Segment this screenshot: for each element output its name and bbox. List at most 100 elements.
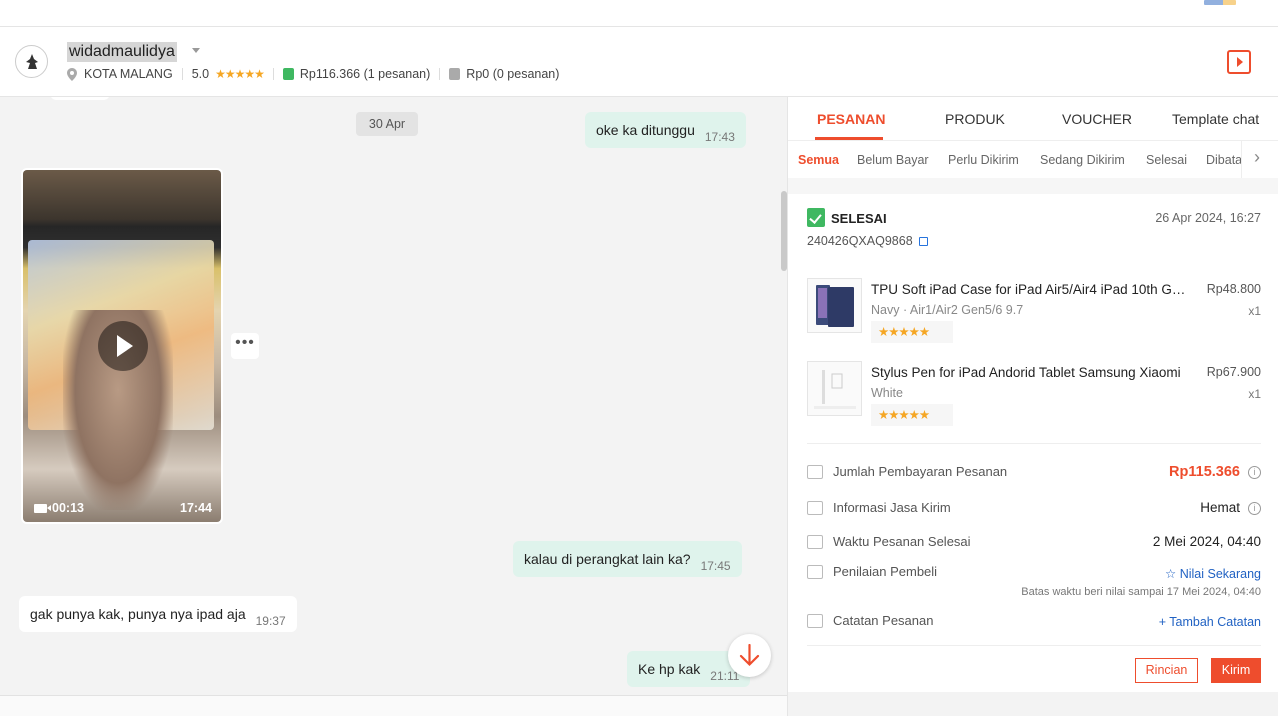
order-id-text: 240426QXAQ9868 <box>807 234 913 248</box>
tab-template-chat[interactable]: Template chat <box>1172 111 1259 127</box>
chat-header: widadmaulidya KOTA MALANG 5.0 ★★★★★ Rp11… <box>0 28 1278 97</box>
review-label: Penilaian Pembeli <box>833 564 938 579</box>
product-price: Rp67.900 <box>1206 365 1261 379</box>
completed-value: 2 Mei 2024, 04:40 <box>1152 534 1261 549</box>
play-icon[interactable] <box>98 321 148 371</box>
divider <box>181 68 183 80</box>
video-camera-icon <box>34 503 51 513</box>
filter-perlu-dikirim[interactable]: Perlu Dikirim <box>948 153 1019 167</box>
star-outline-icon: ☆ <box>1165 567 1180 581</box>
payment-label: Jumlah Pembayaran Pesanan <box>833 464 1008 479</box>
rate-now-text: Nilai Sekarang <box>1179 567 1261 581</box>
star-box-icon <box>807 565 823 579</box>
message-input-area[interactable] <box>0 695 787 716</box>
product-variant: White <box>871 386 903 400</box>
order-status-filters: Semua Belum Bayar Perlu Dikirim Sedang D… <box>788 141 1278 178</box>
payment-value: Rp115.366 i <box>1169 464 1261 480</box>
product-quantity: x1 <box>1248 387 1261 401</box>
cancelled-spend: Rp0 (0 pesanan) <box>466 67 560 81</box>
truck-icon <box>807 501 823 515</box>
product-rating-stars: ★★★★★ <box>871 404 953 426</box>
filter-belum-bayar[interactable]: Belum Bayar <box>857 153 929 167</box>
product-name[interactable]: TPU Soft iPad Case for iPad Air5/Air4 iP… <box>871 282 1189 297</box>
shipping-method: Hemat <box>1200 500 1240 515</box>
chevron-down-icon[interactable] <box>192 48 200 53</box>
shipping-label: Informasi Jasa Kirim <box>833 500 951 515</box>
message-incoming[interactable]: gak punya kak, punya nya ipad aja 19:37 <box>19 596 297 632</box>
filter-semua[interactable]: Semua <box>798 153 839 167</box>
copy-icon[interactable] <box>918 236 928 246</box>
order-date: 26 Apr 2024, 16:27 <box>1155 211 1261 225</box>
info-icon[interactable]: i <box>1248 466 1261 479</box>
previous-message-edge <box>50 97 110 100</box>
filter-sedang-dikirim[interactable]: Sedang Dikirim <box>1040 153 1125 167</box>
completed-label: Waktu Pesanan Selesai <box>833 534 971 549</box>
info-icon[interactable]: i <box>1248 502 1261 515</box>
filter-dibatalkan[interactable]: Dibata <box>1206 153 1242 167</box>
completed-spend: Rp116.366 (1 pesanan) <box>299 67 431 81</box>
payment-amount: Rp115.366 <box>1169 464 1240 480</box>
buyer-meta: KOTA MALANG 5.0 ★★★★★ Rp116.366 (1 pesan… <box>67 67 559 81</box>
message-time: 17:45 <box>700 559 731 573</box>
filter-selesai[interactable]: Selesai <box>1146 153 1187 167</box>
product-thumbnail[interactable] <box>807 278 862 333</box>
date-separator: 30 Apr <box>356 112 418 136</box>
scroll-down-button[interactable] <box>728 634 771 677</box>
details-button[interactable]: Rincian <box>1135 658 1198 683</box>
username[interactable]: widadmaulidya <box>67 42 177 62</box>
arrow-down-icon <box>739 644 760 667</box>
message-text: kalau di perangkat lain ka? <box>524 551 691 567</box>
message-time: 19:37 <box>255 614 286 628</box>
message-text: oke ka ditunggu <box>596 122 695 138</box>
send-button[interactable]: Kirim <box>1211 658 1261 683</box>
video-duration: 00:13 <box>34 501 84 515</box>
tab-produk[interactable]: PRODUK <box>945 111 1005 127</box>
message-text: gak punya kak, punya nya ipad aja <box>30 606 246 622</box>
rate-now-link[interactable]: ☆ Nilai Sekarang <box>1165 566 1261 581</box>
video-thumbnail[interactable]: 00:13 17:44 <box>23 170 221 522</box>
brand-logo <box>1204 0 1236 5</box>
product-price: Rp48.800 <box>1206 282 1261 296</box>
more-options-button[interactable]: ••• <box>231 333 259 359</box>
message-time: 17:43 <box>704 130 735 144</box>
location-pin-icon <box>67 67 77 81</box>
divider <box>439 68 441 80</box>
status-check-icon <box>807 208 825 227</box>
divider <box>272 68 274 80</box>
review-deadline: Batas waktu beri nilai sampai 17 Mei 202… <box>1021 586 1261 598</box>
buyer-rating: 5.0 <box>191 67 210 81</box>
message-outgoing[interactable]: kalau di perangkat lain ka? 17:45 <box>513 541 742 577</box>
product-name[interactable]: Stylus Pen for iPad Andorid Tablet Samsu… <box>871 365 1189 380</box>
avatar-figure-icon <box>26 54 38 69</box>
product-thumbnail[interactable] <box>807 361 862 416</box>
product-quantity: x1 <box>1248 304 1261 318</box>
product-variant: Navy · Air1/Air2 Gen5/6 9.7 <box>871 303 1024 317</box>
cancelled-bag-icon <box>449 68 461 80</box>
video-message[interactable]: 00:13 17:44 <box>21 168 223 524</box>
stylus-pen-image <box>814 370 856 409</box>
add-note-link[interactable]: + Tambah Catatan <box>1159 615 1261 629</box>
product-rating-stars: ★★★★★ <box>871 321 953 343</box>
order-item[interactable]: Stylus Pen for iPad Andorid Tablet Samsu… <box>807 361 1261 431</box>
top-bar <box>0 0 1278 27</box>
divider <box>807 443 1261 444</box>
plus-icon: + <box>1158 615 1170 629</box>
ipad-case-image <box>816 285 854 327</box>
add-note-text: Tambah Catatan <box>1169 615 1261 629</box>
panel-bottom <box>788 692 1278 716</box>
order-item[interactable]: TPU Soft iPad Case for iPad Air5/Air4 iP… <box>807 278 1261 348</box>
message-outgoing[interactable]: oke ka ditunggu 17:43 <box>585 112 746 148</box>
tab-pesanan[interactable]: PESANAN <box>817 111 885 127</box>
rating-stars: ★★★★★ <box>215 67 265 81</box>
chevron-right-icon[interactable] <box>1241 141 1278 178</box>
shipping-value: Hemat i <box>1200 500 1261 516</box>
tab-voucher[interactable]: VOUCHER <box>1062 111 1132 127</box>
order-status: SELESAI <box>831 211 887 226</box>
wallet-icon <box>807 465 823 479</box>
note-icon <box>807 614 823 628</box>
calendar-icon <box>807 535 823 549</box>
exit-panel-icon[interactable] <box>1227 50 1251 74</box>
avatar[interactable] <box>15 45 48 78</box>
order-panel: PESANAN PRODUK VOUCHER Template chat Sem… <box>787 97 1278 716</box>
notes-label: Catatan Pesanan <box>833 613 934 628</box>
